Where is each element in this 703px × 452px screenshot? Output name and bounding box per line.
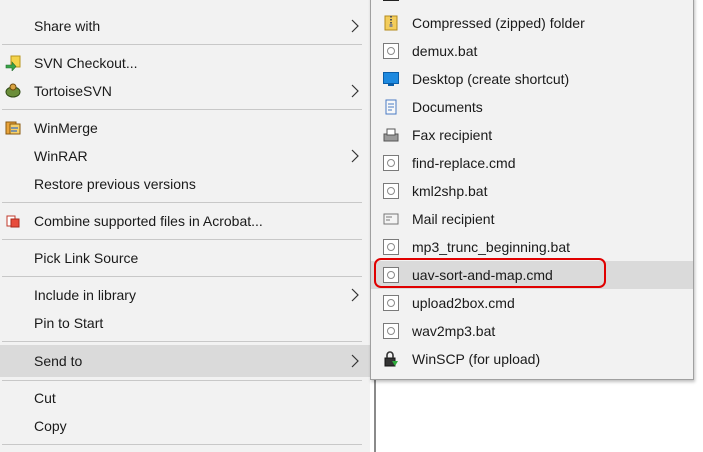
menu-item-restore-previous-versions[interactable]: Restore previous versions (0, 170, 370, 198)
submenu-item-label: Fax recipient (412, 127, 493, 143)
menu-item-label: Pin to Start (34, 315, 104, 331)
menu-separator (2, 380, 362, 381)
submenu-item-label: Desktop (create shortcut) (412, 71, 570, 87)
submenu-item-compressed-folder[interactable]: Compressed (zipped) folder (371, 9, 693, 37)
chevron-right-icon (351, 288, 359, 302)
chevron-right-icon (351, 84, 359, 98)
submenu-item-label: upload2box.cmd (412, 295, 515, 311)
submenu-item-demux-bat[interactable]: demux.bat (371, 37, 693, 65)
submenu-item-label: kml2shp.bat (412, 183, 488, 199)
menu-item-label: Cut (34, 390, 56, 406)
menu-item-svn-checkout[interactable]: SVN Checkout... (0, 49, 370, 77)
submenu-item-kml2shp-bat[interactable]: kml2shp.bat (371, 177, 693, 205)
chevron-right-icon (351, 19, 359, 33)
batch-file-icon (383, 183, 399, 199)
menu-item-label: Copy (34, 418, 67, 434)
menu-item-send-to[interactable]: Send to (0, 345, 370, 377)
submenu-item-find-replace-cmd[interactable]: find-replace.cmd (371, 149, 693, 177)
menu-item-label: WinRAR (34, 148, 88, 164)
menu-item-label: Combine supported files in Acrobat... (34, 213, 263, 229)
menu-separator (2, 202, 362, 203)
batch-file-icon (383, 43, 399, 59)
menu-separator (2, 44, 362, 45)
batch-file-icon (383, 155, 399, 171)
desktop-icon (383, 72, 399, 86)
batch-file-icon (383, 295, 399, 311)
menu-item-label: Pick Link Source (34, 250, 139, 266)
partial-icon (383, 0, 399, 1)
menu-separator (2, 444, 362, 445)
menu-separator (2, 109, 362, 110)
send-to-submenu: Compressed (zipped) folder demux.bat Des… (370, 0, 694, 380)
menu-item-copy[interactable]: Copy (0, 412, 370, 440)
submenu-item-documents[interactable]: Documents (371, 93, 693, 121)
menu-item-include-in-library[interactable]: Include in library (0, 281, 370, 309)
submenu-item-label: Documents (412, 99, 483, 115)
menu-item-label: SVN Checkout... (34, 55, 138, 71)
batch-file-icon (383, 323, 399, 339)
menu-item-combine-in-acrobat[interactable]: Combine supported files in Acrobat... (0, 207, 370, 235)
documents-icon (385, 99, 397, 115)
mail-icon (383, 213, 399, 225)
batch-file-icon (383, 239, 399, 255)
menu-item-winmerge[interactable]: WinMerge (0, 114, 370, 142)
menu-item-label: Share with (34, 18, 101, 34)
menu-item-winrar[interactable]: WinRAR (0, 142, 370, 170)
context-menu: Share with SVN Checkout... TortoiseSVN W… (0, 0, 370, 452)
submenu-item-fax-recipient[interactable]: Fax recipient (371, 121, 693, 149)
submenu-item-label: wav2mp3.bat (412, 323, 496, 339)
menu-item-label: Send to (34, 353, 83, 369)
chevron-right-icon (351, 354, 359, 368)
chevron-right-icon (351, 149, 359, 163)
submenu-item-mail-recipient[interactable]: Mail recipient (371, 205, 693, 233)
submenu-item-label: demux.bat (412, 43, 478, 59)
menu-item-label: WinMerge (34, 120, 98, 136)
submenu-item-label: Compressed (zipped) folder (412, 15, 585, 31)
menu-item-pin-to-start[interactable]: Pin to Start (0, 309, 370, 337)
submenu-item-winscp[interactable]: WinSCP (for upload) (371, 345, 693, 373)
menu-separator (2, 276, 362, 277)
submenu-item-label: mp3_trunc_beginning.bat (412, 239, 571, 255)
acrobat-icon (6, 215, 20, 228)
winscp-icon (384, 351, 398, 367)
submenu-item-upload2box-cmd[interactable]: upload2box.cmd (371, 289, 693, 317)
submenu-item-mp3-trunc-beginning-bat[interactable]: mp3_trunc_beginning.bat (371, 233, 693, 261)
submenu-item-label: find-replace.cmd (412, 155, 516, 171)
tortoisesvn-icon (5, 83, 21, 98)
svn-checkout-icon (5, 55, 21, 71)
zip-folder-icon (384, 15, 398, 31)
submenu-item-desktop-shortcut[interactable]: Desktop (create shortcut) (371, 65, 693, 93)
menu-item-label: TortoiseSVN (34, 83, 112, 99)
fax-icon (383, 128, 399, 142)
menu-item-pick-link-source[interactable]: Pick Link Source (0, 244, 370, 272)
menu-separator (2, 341, 362, 342)
menu-item-tortoisesvn[interactable]: TortoiseSVN (0, 77, 370, 105)
submenu-item-label: Mail recipient (412, 211, 495, 227)
highlight-annotation-box (374, 258, 606, 288)
winmerge-icon (5, 121, 21, 135)
menu-item-share-with[interactable]: Share with (0, 12, 370, 40)
menu-item-label: Restore previous versions (34, 176, 196, 192)
menu-separator (2, 239, 362, 240)
menu-item-cut[interactable]: Cut (0, 384, 370, 412)
submenu-item-label: WinSCP (for upload) (412, 351, 541, 367)
submenu-item-wav2mp3-bat[interactable]: wav2mp3.bat (371, 317, 693, 345)
menu-item-label: Include in library (34, 287, 136, 303)
